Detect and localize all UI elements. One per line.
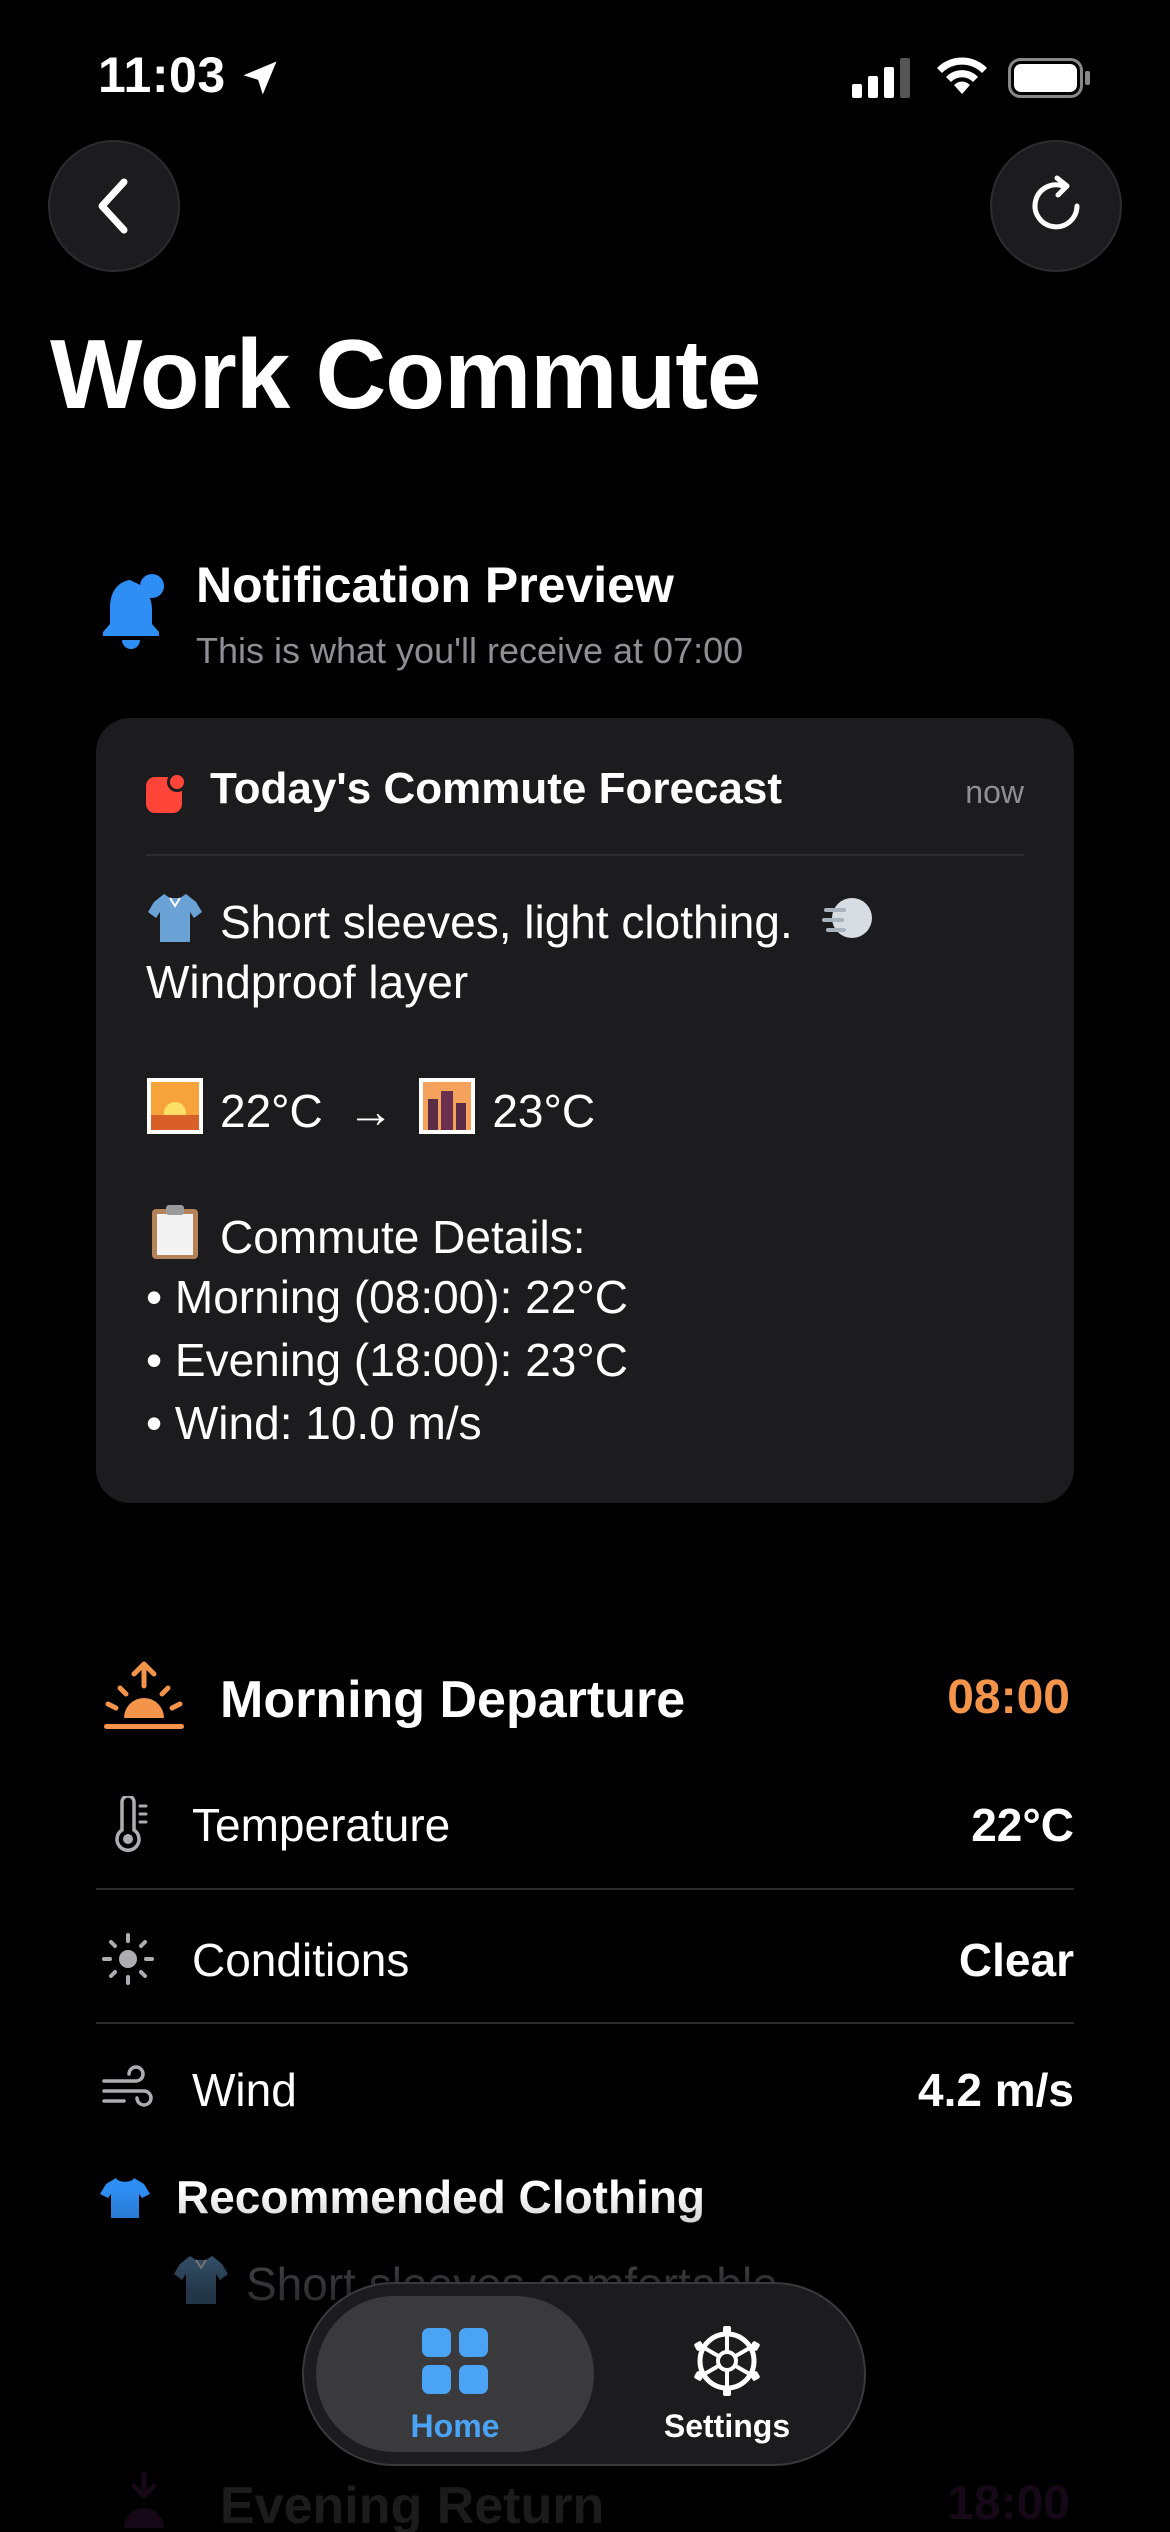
tab-settings[interactable]: Settings — [600, 2296, 854, 2452]
tab-home-label: Home — [410, 2408, 500, 2444]
page-title: Work Commute — [50, 319, 761, 429]
location-arrow-icon — [243, 61, 277, 95]
back-button[interactable] — [48, 140, 180, 272]
notification-body: Short sleeves, light clothing. Windproof… — [146, 888, 1026, 1455]
city-dusk-icon — [419, 1078, 476, 1134]
temp-evening: 23°C — [492, 1085, 596, 1137]
temperature-value: 22°C — [971, 1799, 1074, 1851]
sunrise-icon — [104, 1661, 184, 1729]
clothing-text-2: Windproof layer — [146, 956, 469, 1008]
detail-evening: • Evening (18:00): 23°C — [146, 1334, 628, 1386]
sunset-icon — [124, 2471, 164, 2528]
tab-bar: Home Settings — [302, 2282, 866, 2466]
notification-title: Today's Commute Forecast — [210, 764, 782, 813]
evening-return-time: 18:00 — [947, 2477, 1070, 2530]
divider — [146, 854, 1024, 856]
shirt-icon — [148, 894, 202, 942]
tab-settings-label: Settings — [663, 2408, 791, 2444]
conditions-row: Conditions Clear — [96, 1889, 1074, 2023]
notification-preview-subtitle: This is what you'll receive at 07:00 — [196, 630, 744, 671]
wifi-icon — [937, 57, 987, 94]
wind-label: Wind — [192, 2064, 297, 2116]
wind-value: 4.2 m/s — [918, 2064, 1074, 2116]
details-heading: Commute Details: — [220, 1211, 586, 1263]
notification-preview-title: Notification Preview — [196, 557, 674, 613]
wind-icon — [102, 2065, 153, 2107]
temperature-row: Temperature 22°C — [96, 1754, 1074, 1888]
grid-icon — [422, 2328, 488, 2394]
morning-departure-time: 08:00 — [947, 1671, 1070, 1724]
wind-face-icon — [821, 898, 872, 938]
detail-morning: • Morning (08:00): 22°C — [146, 1271, 628, 1323]
temperature-label: Temperature — [192, 1799, 451, 1851]
conditions-label: Conditions — [192, 1934, 410, 1986]
conditions-value: Clear — [958, 1934, 1074, 1986]
chevron-left-icon — [98, 178, 128, 234]
arrow-text: → — [347, 1085, 394, 1137]
clothing-text: Short sleeves, light clothing. — [220, 896, 793, 948]
recommended-clothing-title: Recommended Clothing — [176, 2171, 706, 2223]
app-icon — [146, 772, 187, 813]
evening-return-title: Evening Return — [220, 2477, 605, 2532]
refresh-button[interactable] — [990, 140, 1122, 272]
battery-icon — [1008, 58, 1090, 98]
bell-icon — [103, 574, 164, 649]
shirt-icon — [174, 2256, 228, 2304]
status-bar: 11:03 — [0, 0, 1170, 150]
status-time: 11:03 — [98, 47, 226, 103]
sunrise-icon — [147, 1078, 203, 1134]
notification-card: Today's Commute Forecast now Short sleev… — [96, 718, 1074, 1503]
gear-icon — [694, 2326, 760, 2396]
tab-home[interactable]: Home — [316, 2296, 594, 2452]
morning-departure-title: Morning Departure — [220, 1671, 686, 1729]
notification-time: now — [965, 774, 1024, 810]
clipboard-icon — [152, 1205, 198, 1259]
tshirt-icon — [100, 2178, 150, 2218]
thermometer-icon — [115, 1796, 148, 1852]
detail-wind: • Wind: 10.0 m/s — [146, 1397, 482, 1449]
temp-morning: 22°C — [220, 1085, 323, 1137]
refresh-icon — [1032, 175, 1080, 230]
wind-row: Wind 4.2 m/s — [96, 2019, 1074, 2153]
cellular-signal-icon — [852, 58, 910, 98]
sun-icon — [102, 1933, 154, 1985]
